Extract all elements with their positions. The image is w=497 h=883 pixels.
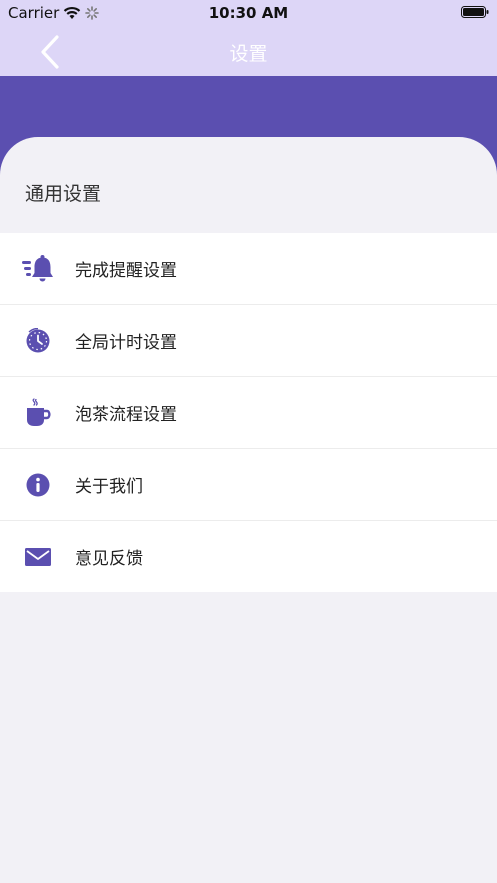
status-time: 10:30 AM	[208, 4, 289, 22]
navigation-bar: 设置	[0, 28, 497, 76]
status-bar: Carrier 10:30 AM	[0, 0, 497, 28]
tea-cup-icon	[21, 396, 55, 430]
settings-item-label: 完成提醒设置	[75, 261, 177, 281]
info-icon	[21, 468, 55, 502]
settings-list: 完成提醒设置 全局计时设置 泡茶流程设置 关于我们 意见反馈	[0, 233, 497, 592]
page-title: 设置	[229, 43, 268, 65]
settings-item-label: 关于我们	[75, 477, 143, 497]
bell-icon	[21, 252, 55, 286]
settings-item-global-timer[interactable]: 全局计时设置	[0, 305, 497, 377]
mail-icon	[21, 540, 55, 574]
battery-icon	[461, 6, 489, 18]
clock-icon	[21, 324, 55, 358]
settings-item-label: 泡茶流程设置	[75, 405, 177, 425]
settings-item-label: 全局计时设置	[75, 333, 177, 353]
settings-item-tea-process[interactable]: 泡茶流程设置	[0, 377, 497, 449]
section-title: 通用设置	[25, 183, 102, 205]
settings-item-feedback[interactable]: 意见反馈	[0, 521, 497, 592]
settings-item-label: 意见反馈	[75, 549, 143, 569]
settings-item-completion-reminder[interactable]: 完成提醒设置	[0, 233, 497, 305]
settings-sheet: 通用设置 完成提醒设置 全局计时设置 泡茶流程设置 关于我们 意见反馈	[0, 137, 497, 883]
settings-item-about-us[interactable]: 关于我们	[0, 449, 497, 521]
